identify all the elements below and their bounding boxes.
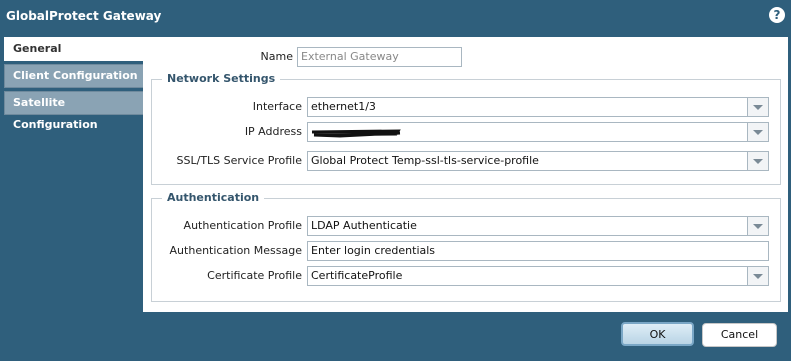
ip-address-label: IP Address	[244, 125, 302, 138]
cancel-button[interactable]: Cancel	[702, 323, 777, 347]
auth-message-field[interactable]: Enter login credentials	[307, 241, 769, 261]
ssl-tls-profile-select[interactable]: Global Protect Temp-ssl-tls-service-prof…	[307, 151, 769, 171]
dialog-title: GlobalProtect Gateway	[6, 9, 162, 23]
authentication-legend: Authentication	[162, 191, 265, 204]
certificate-profile-value: CertificateProfile	[311, 269, 403, 282]
tab-client-configuration[interactable]: Client Configuration	[4, 64, 144, 88]
ip-address-select[interactable]	[307, 122, 769, 142]
name-field[interactable]: External Gateway	[297, 47, 462, 67]
auth-profile-select[interactable]: LDAP Authenticatie	[307, 216, 769, 236]
certificate-profile-label: Certificate Profile	[207, 269, 302, 282]
certificate-profile-select[interactable]: CertificateProfile	[307, 266, 769, 286]
name-label: Name	[260, 50, 293, 63]
tab-general[interactable]: General	[4, 37, 144, 61]
tab-satellite-configuration[interactable]: Satellite Configuration	[4, 91, 144, 131]
title-bar: GlobalProtect Gateway ?	[0, 0, 791, 33]
chevron-down-icon[interactable]	[747, 217, 768, 235]
interface-select[interactable]: ethernet1/3	[307, 97, 769, 117]
chevron-down-icon[interactable]	[747, 123, 768, 141]
network-settings-legend: Network Settings	[162, 72, 281, 85]
help-icon[interactable]: ?	[769, 7, 785, 23]
chevron-down-icon[interactable]	[747, 98, 768, 116]
tab-list: General Client Configuration Satellite C…	[4, 37, 144, 131]
chevron-down-icon[interactable]	[747, 152, 768, 170]
interface-label: Interface	[252, 100, 302, 113]
general-panel: Name External Gateway Network Settings I…	[143, 37, 788, 312]
redaction-scribble	[311, 129, 401, 138]
ssl-tls-profile-label: SSL/TLS Service Profile	[176, 154, 302, 167]
interface-value: ethernet1/3	[311, 100, 376, 113]
auth-message-label: Authentication Message	[169, 244, 302, 257]
ssl-tls-profile-value: Global Protect Temp-ssl-tls-service-prof…	[311, 154, 539, 167]
chevron-down-icon[interactable]	[747, 267, 768, 285]
auth-profile-label: Authentication Profile	[183, 219, 302, 232]
auth-profile-value: LDAP Authenticatie	[311, 219, 417, 232]
ok-button[interactable]: OK	[621, 322, 694, 346]
